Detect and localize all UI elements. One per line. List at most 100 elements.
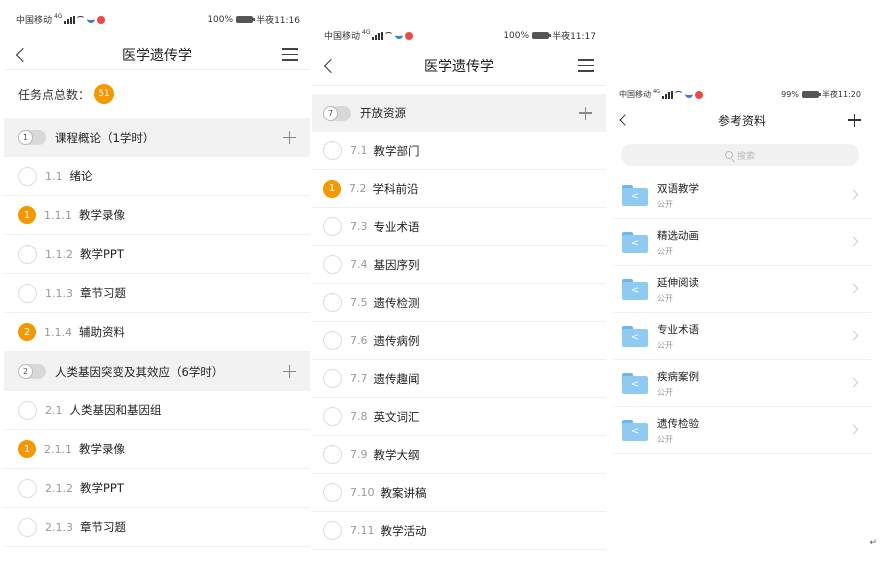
wifi-icon xyxy=(76,16,86,23)
list-item[interactable]: 1 1.1.1 教学录像 xyxy=(4,196,310,235)
back-arrow-icon[interactable] xyxy=(619,114,631,126)
list-item[interactable]: 7.3 专业术语 xyxy=(312,208,606,246)
plus-icon[interactable] xyxy=(283,131,296,144)
item-label: 人类基因和基因组 xyxy=(69,403,162,417)
page-title: 参考资料 xyxy=(717,113,766,128)
item-label: 专业术语 xyxy=(373,219,420,234)
return-mark: ↵ xyxy=(869,538,877,548)
list-item[interactable]: 7.1 教学部门 xyxy=(312,132,606,170)
chevron-right-icon xyxy=(848,189,859,200)
chevron-right-icon xyxy=(848,377,859,388)
course-screen-1: 中国移动 4G 100% 半夜11:16 医学遗传学 任务点总数： 51 1 课… xyxy=(4,0,310,562)
folder-name: 延伸阅读 xyxy=(657,276,699,289)
chapter-toggle[interactable]: 2 xyxy=(18,364,46,379)
add-icon[interactable] xyxy=(848,113,861,127)
folder-name: 双语教学 xyxy=(657,182,699,195)
folder-item[interactable]: < 双语教学 公开 xyxy=(613,172,871,219)
folder-item[interactable]: < 遗传检验 公开 xyxy=(613,407,871,454)
plus-icon[interactable] xyxy=(579,106,592,120)
chapter-header[interactable]: 2 人类基因突变及其效应（6学时） xyxy=(4,352,310,391)
item-label: 遗传趣闻 xyxy=(373,371,420,386)
menu-icon[interactable] xyxy=(282,48,298,61)
item-number: 1.1.1 xyxy=(44,208,72,222)
item-number: 2.1 xyxy=(45,403,63,417)
task-badge: 1 xyxy=(323,179,341,198)
task-badge: 2 xyxy=(18,323,36,341)
plus-icon[interactable] xyxy=(283,365,296,378)
item-label: 教学大纲 xyxy=(373,447,420,462)
search-input[interactable]: 搜索 xyxy=(621,144,859,166)
chapter-toggle[interactable]: 1 xyxy=(18,130,46,145)
item-number: 7.2 xyxy=(349,182,367,195)
list-item[interactable]: 7.7 遗传趣闻 xyxy=(312,360,606,398)
shared-folder-icon: < xyxy=(622,231,648,253)
list-item[interactable]: 7.6 遗传病例 xyxy=(312,322,606,360)
list-item[interactable]: 2.1.2 教学PPT xyxy=(4,469,310,508)
boat-icon xyxy=(87,16,96,23)
search-placeholder: 搜索 xyxy=(736,151,755,162)
list-item[interactable]: 7.4 基因序列 xyxy=(312,246,606,284)
list-item[interactable]: 7.8 英文词汇 xyxy=(312,398,606,436)
item-label: 基因序列 xyxy=(373,257,420,272)
list-item[interactable]: 7.9 教学大纲 xyxy=(312,436,606,474)
item-label: 绪论 xyxy=(69,169,93,183)
folder-visibility: 公开 xyxy=(657,387,673,397)
circle-icon xyxy=(323,521,342,540)
chapter-toggle[interactable]: 7 xyxy=(323,105,351,121)
battery-icon xyxy=(236,16,256,23)
title-bar: 参考资料 xyxy=(613,104,871,136)
circle-icon xyxy=(323,369,342,388)
item-label: 遗传病例 xyxy=(373,333,420,348)
circle-icon xyxy=(323,331,342,350)
signal-icon xyxy=(372,31,384,40)
chapter-header[interactable]: 1 课程概论（1学时） xyxy=(4,118,310,157)
shared-folder-icon: < xyxy=(622,184,648,206)
status-bar: 中国移动 4G 100% 半夜11:17 xyxy=(312,16,606,46)
item-number: 7.4 xyxy=(350,258,368,271)
item-number: 2.1.3 xyxy=(45,520,73,534)
wifi-icon xyxy=(674,91,684,98)
item-label: 英文词汇 xyxy=(373,409,420,424)
list-item[interactable]: 7.5 遗传检测 xyxy=(312,284,606,322)
list-item[interactable]: 1.1 绪论 xyxy=(4,157,310,196)
item-label: 遗传检测 xyxy=(373,295,420,310)
battery-percent: 99% xyxy=(781,90,799,99)
title-bar: 医学遗传学 xyxy=(312,46,606,86)
menu-icon[interactable] xyxy=(578,59,594,72)
folder-item[interactable]: < 延伸阅读 公开 xyxy=(613,266,871,313)
folder-item[interactable]: < 精选动画公开 xyxy=(613,219,871,266)
signal-icon xyxy=(64,15,76,24)
network-type: 4G xyxy=(54,13,63,20)
item-label: 教学录像 xyxy=(79,442,125,456)
battery-percent: 100% xyxy=(207,14,234,25)
back-arrow-icon[interactable] xyxy=(15,47,31,62)
status-bar: 中国移动 4G 99% 半夜11:20 xyxy=(613,78,871,104)
item-number: 7.3 xyxy=(350,220,368,233)
back-arrow-icon[interactable] xyxy=(323,58,339,73)
list-item[interactable]: 2.1 人类基因和基因组 xyxy=(4,391,310,430)
folder-name: 精选动画 xyxy=(657,229,699,242)
folder-item[interactable]: < 疾病案例 公开 xyxy=(613,360,871,407)
list-item[interactable]: 7.11 教学活动 xyxy=(312,512,606,550)
page-title: 医学遗传学 xyxy=(122,47,192,64)
item-number: 7.6 xyxy=(350,334,368,347)
list-item[interactable]: 2 1.1.4 辅助资料 xyxy=(4,313,310,352)
list-item[interactable]: 2.1.3 章节习题 xyxy=(4,508,310,547)
chapter-header[interactable]: 7 开放资源 xyxy=(312,94,606,132)
carrier-text: 中国移动 xyxy=(619,90,651,99)
list-item[interactable]: 1.1.3 章节习题 xyxy=(4,274,310,313)
folder-visibility: 公开 xyxy=(657,434,673,444)
reference-screen: 中国移动 4G 99% 半夜11:20 参考资料 搜索 < 双语教学 公开 < 精… xyxy=(613,78,871,562)
folder-item[interactable]: < 专业术语 公开 xyxy=(613,313,871,360)
search-icon xyxy=(724,151,733,159)
folder-visibility: 公开 xyxy=(657,246,673,256)
title-bar: 医学遗传学 xyxy=(4,40,310,70)
list-item[interactable]: 1.1.2 教学PPT xyxy=(4,235,310,274)
item-number: 1.1.4 xyxy=(44,325,72,339)
list-item[interactable]: 1 7.2 学科前沿 xyxy=(312,170,606,208)
folder-name: 遗传检验 xyxy=(657,417,699,430)
list-item[interactable]: 1 2.1.1 教学录像 xyxy=(4,430,310,469)
list-item[interactable]: 7.10 教案讲稿 xyxy=(312,474,606,512)
clock: 半夜11:20 xyxy=(821,90,861,99)
task-count-label: 任务点总数： xyxy=(18,87,91,102)
